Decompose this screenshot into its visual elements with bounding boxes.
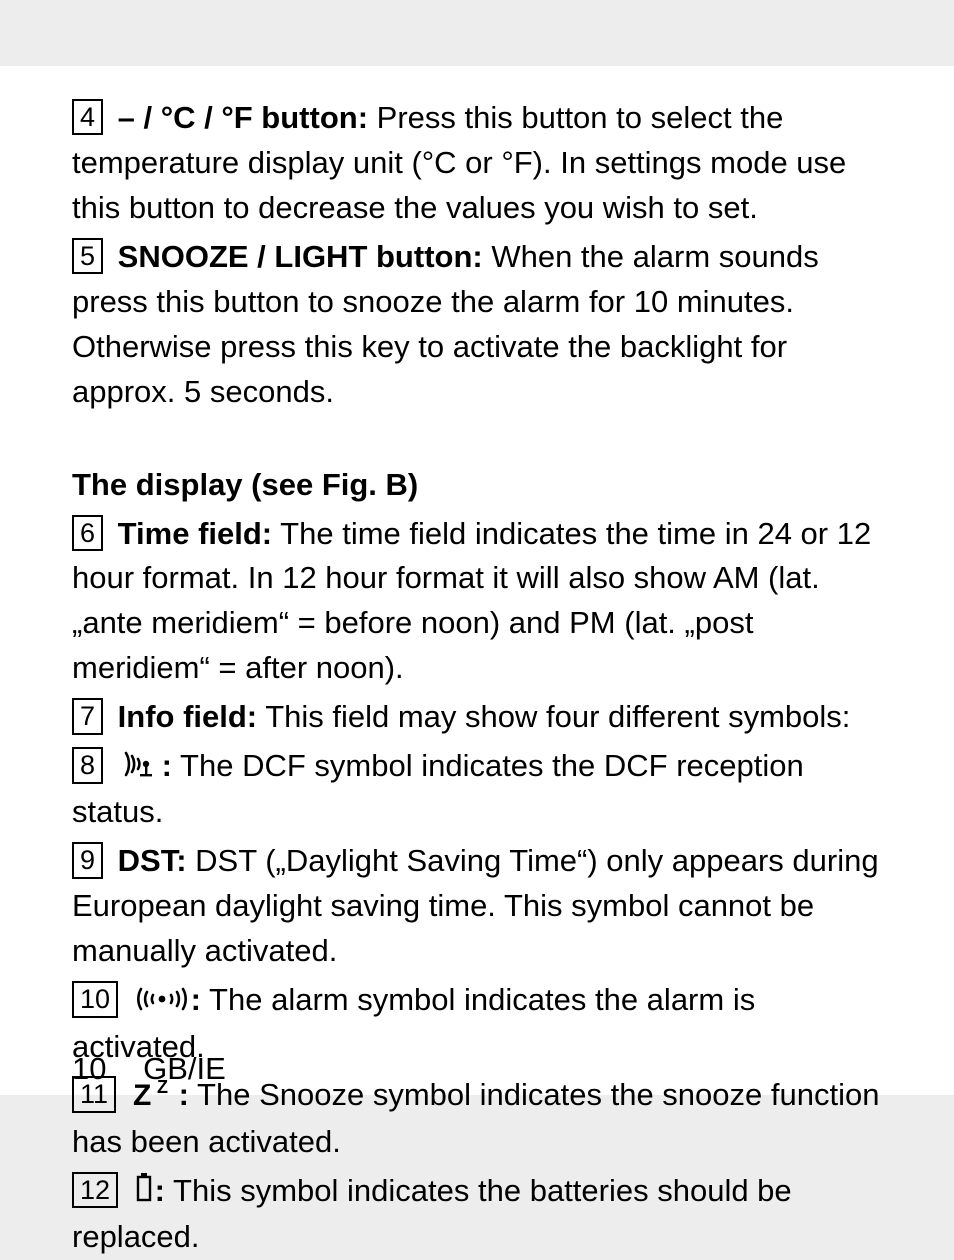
page-footer: 10 GB/IE bbox=[72, 1051, 226, 1087]
callout-number-7: 7 bbox=[72, 698, 103, 734]
entry-8: 8 : The DCF symbol bbox=[72, 744, 894, 835]
text-8: The DCF symbol indicates the DCF recepti… bbox=[72, 748, 804, 829]
text-9: DST („Daylight Saving Time“) only appear… bbox=[72, 843, 879, 968]
callout-number-5: 5 bbox=[72, 238, 103, 274]
label-5: SNOOZE / LIGHT button: bbox=[118, 239, 483, 274]
entry-6: 6 Time field: The time field indicates t… bbox=[72, 512, 894, 692]
page-number: 10 bbox=[72, 1051, 106, 1086]
colon-12: : bbox=[155, 1173, 165, 1208]
colon-10: : bbox=[191, 982, 201, 1017]
battery-icon bbox=[135, 1170, 153, 1215]
label-7: Info field: bbox=[118, 699, 257, 734]
label-4: – / °C / °F button: bbox=[118, 100, 368, 135]
label-6: Time field: bbox=[118, 516, 272, 551]
page: 4 – / °C / °F button: Press this button … bbox=[0, 0, 954, 1095]
manual-page: 4 – / °C / °F button: Press this button … bbox=[0, 66, 954, 1095]
callout-number-12: 12 bbox=[72, 1172, 118, 1208]
colon-8: : bbox=[162, 748, 172, 783]
entry-7: 7 Info field: This field may show four d… bbox=[72, 695, 894, 740]
dcf-signal-icon bbox=[120, 746, 160, 791]
callout-number-9: 9 bbox=[72, 842, 103, 878]
callout-number-8: 8 bbox=[72, 747, 103, 783]
callout-number-4: 4 bbox=[72, 99, 103, 135]
alarm-icon bbox=[135, 980, 189, 1025]
entry-4: 4 – / °C / °F button: Press this button … bbox=[72, 96, 894, 231]
text-12: This symbol indicates the batteries shou… bbox=[72, 1173, 792, 1254]
label-9: DST: bbox=[118, 843, 187, 878]
text-7: This field may show four different symbo… bbox=[257, 699, 850, 734]
callout-number-6: 6 bbox=[72, 515, 103, 551]
region-code: GB/IE bbox=[143, 1051, 226, 1086]
text-11: The Snooze symbol indicates the snooze f… bbox=[72, 1077, 879, 1158]
entry-11: 11 Z Z : The Snooze symbol indicates the… bbox=[72, 1073, 894, 1164]
section-heading: The display (see Fig. B) bbox=[72, 463, 894, 508]
entry-9: 9 DST: DST („Daylight Saving Time“) only… bbox=[72, 839, 894, 974]
entry-12: 12 : This symbol indicates the batteries… bbox=[72, 1169, 894, 1260]
callout-number-10: 10 bbox=[72, 981, 118, 1017]
entry-5: 5 SNOOZE / LIGHT button: When the alarm … bbox=[72, 235, 894, 415]
